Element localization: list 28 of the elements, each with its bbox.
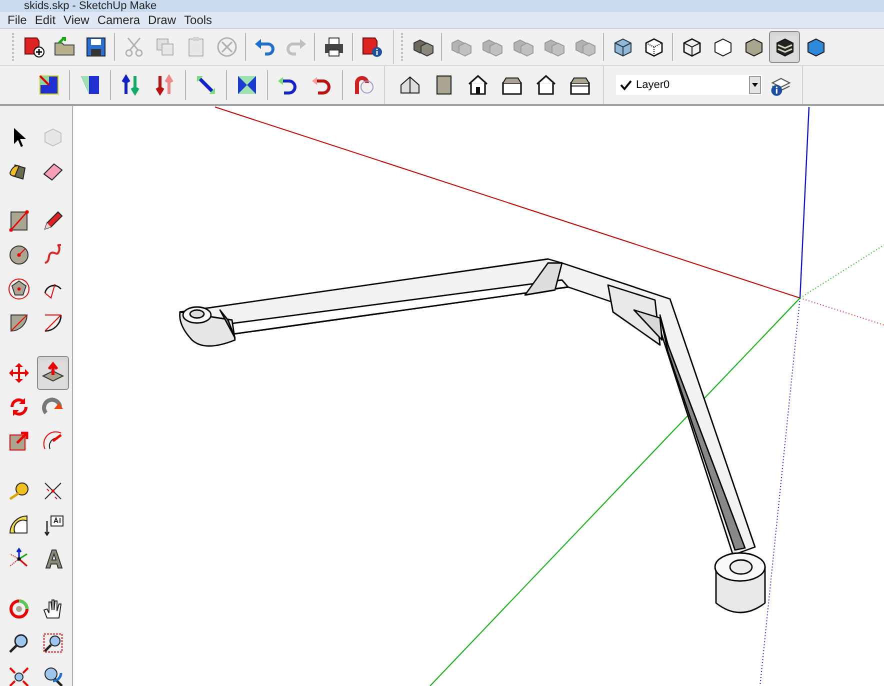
polygon-icon bbox=[7, 277, 32, 301]
orbit-icon bbox=[7, 597, 32, 621]
zoom-extents-icon bbox=[7, 665, 32, 686]
rectangle-icon bbox=[7, 209, 32, 233]
diagonal-arrow-icon bbox=[194, 73, 218, 97]
document-info-icon bbox=[360, 35, 384, 59]
circle-x-icon bbox=[214, 35, 238, 59]
triangle-icon bbox=[78, 73, 102, 97]
house-icon bbox=[534, 73, 558, 97]
menu-item[interactable]: Draw bbox=[144, 11, 180, 29]
menu-item[interactable]: View bbox=[60, 11, 93, 29]
document-plus-icon bbox=[22, 35, 46, 59]
menu-item[interactable]: Tools bbox=[180, 11, 216, 29]
layer-name: Layer0 bbox=[636, 78, 670, 93]
menu-item[interactable]: File bbox=[4, 11, 30, 29]
menu-item[interactable]: Camera bbox=[94, 11, 144, 29]
square-icon bbox=[37, 73, 61, 97]
window-title: skids.skp - SketchUp Make bbox=[24, 0, 157, 12]
layer-dropdown[interactable]: Layer0 bbox=[616, 75, 762, 95]
menu-item[interactable]: Edit bbox=[31, 11, 60, 29]
scale-icon bbox=[7, 429, 32, 453]
tool-button[interactable] bbox=[769, 31, 800, 63]
tool-button[interactable] bbox=[36, 356, 69, 390]
hourglass-icon bbox=[235, 73, 259, 97]
move-arrows-icon bbox=[7, 361, 32, 385]
zoom-window-icon bbox=[40, 631, 65, 655]
circle-icon bbox=[7, 243, 32, 267]
house-icon bbox=[466, 73, 490, 97]
